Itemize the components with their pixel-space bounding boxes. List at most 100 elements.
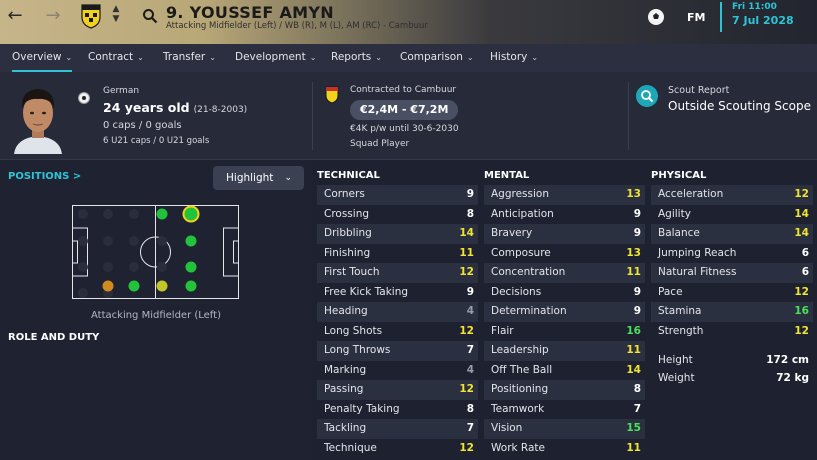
- attribute-row[interactable]: Leadership 11: [484, 341, 645, 361]
- fm-logo[interactable]: FM: [687, 11, 705, 24]
- attribute-value: 16: [794, 305, 809, 317]
- attribute-value: 8: [466, 207, 474, 220]
- attribute-name: Decisions: [491, 285, 542, 298]
- attribute-row[interactable]: Acceleration 12: [651, 185, 813, 205]
- chevron-down-icon: ⌄: [209, 53, 216, 62]
- highlight-dropdown[interactable]: Highlight ⌄: [213, 166, 304, 190]
- scout-report-title: Scout Report: [668, 85, 730, 96]
- technical-list: Corners 9 Crossing 8 Dribbling 14 Finishing 11 F…: [317, 185, 478, 458]
- attribute-value: 7: [633, 402, 641, 415]
- attribute-row[interactable]: Heading 4: [317, 302, 478, 322]
- attribute-row[interactable]: Vision 15: [484, 419, 645, 439]
- tab-development[interactable]: Development ⌄: [235, 44, 316, 72]
- attribute-row[interactable]: Finishing 11: [317, 244, 478, 264]
- tab-transfer[interactable]: Transfer ⌄: [163, 44, 216, 72]
- attribute-name: Work Rate: [491, 441, 546, 454]
- tab-history[interactable]: History ⌄: [490, 44, 538, 72]
- attribute-row[interactable]: Tackling 7: [317, 419, 478, 439]
- attribute-row[interactable]: Strength 12: [651, 322, 813, 342]
- technical-title: TECHNICAL: [317, 170, 380, 181]
- attribute-row[interactable]: Bravery 9: [484, 224, 645, 244]
- attribute-row[interactable]: Free Kick Taking 9: [317, 283, 478, 303]
- player-info-strip: German 24 years old (21-8-2003) 0 caps / …: [0, 72, 817, 160]
- attribute-row[interactable]: Work Rate 11: [484, 439, 645, 459]
- attribute-row[interactable]: Corners 9: [317, 185, 478, 205]
- divider: [312, 82, 313, 150]
- player-header: ← → ▲ ▼ 9. YOUSSEF AMYN Attacking Midfiel…: [0, 0, 817, 44]
- club-badge-icon[interactable]: [325, 86, 339, 104]
- tab-contract[interactable]: Contract ⌄: [88, 44, 144, 72]
- attribute-name: Determination: [491, 305, 567, 317]
- attribute-row[interactable]: Teamwork 7: [484, 400, 645, 420]
- nationality: German: [103, 86, 140, 96]
- position-dot-am-r: [156, 208, 168, 220]
- profile-tabs: Overview ⌄ Contract ⌄ Transfer ⌄ Developmen…: [0, 44, 817, 72]
- attribute-row[interactable]: Flair 16: [484, 322, 645, 342]
- attribute-row[interactable]: Aggression 13: [484, 185, 645, 205]
- scout-search-icon[interactable]: [636, 85, 658, 107]
- scout-report-value[interactable]: Outside Scouting Scope: [668, 99, 811, 113]
- nationality-flag-icon[interactable]: [78, 92, 90, 104]
- attribute-row[interactable]: First Touch 12: [317, 263, 478, 283]
- attribute-row[interactable]: Penalty Taking 8: [317, 400, 478, 420]
- contract-club[interactable]: Contracted to Cambuur: [350, 85, 456, 95]
- attribute-row[interactable]: Technique 12: [317, 439, 478, 459]
- attribute-value: 14: [459, 227, 474, 239]
- attribute-row[interactable]: Determination 9: [484, 302, 645, 322]
- positions-link[interactable]: POSITIONS >: [8, 171, 81, 182]
- forward-arrow-icon[interactable]: →: [42, 5, 64, 26]
- attribute-value: 11: [626, 266, 641, 278]
- weight-value: 72 kg: [776, 372, 809, 384]
- tab-comparison[interactable]: Comparison ⌄: [400, 44, 474, 72]
- attribute-row[interactable]: Anticipation 9: [484, 205, 645, 225]
- attribute-row[interactable]: Concentration 11: [484, 263, 645, 283]
- attribute-row[interactable]: Positioning 8: [484, 380, 645, 400]
- chevron-down-icon: ⌄: [309, 53, 317, 62]
- date-full: 7 Jul 2028: [732, 14, 794, 27]
- back-arrow-icon[interactable]: ←: [4, 5, 26, 26]
- player-avatar[interactable]: [8, 80, 68, 154]
- football-icon[interactable]: [647, 8, 665, 26]
- role-and-duty-title[interactable]: ROLE AND DUTY: [8, 332, 99, 343]
- player-switch-icon[interactable]: ▲ ▼: [110, 4, 122, 24]
- attribute-value: 12: [459, 266, 474, 278]
- attribute-value: 12: [794, 285, 809, 298]
- attribute-name: Penalty Taking: [324, 402, 400, 415]
- club-crest-icon[interactable]: [80, 3, 102, 29]
- attribute-name: Strength: [658, 324, 704, 337]
- attribute-row[interactable]: Dribbling 14: [317, 224, 478, 244]
- height-value: 172 cm: [766, 354, 809, 366]
- attribute-name: First Touch: [324, 266, 380, 278]
- attribute-value: 4: [466, 363, 474, 376]
- attribute-value: 8: [633, 383, 641, 395]
- transfer-value-badge[interactable]: €2,4M - €7,2M: [350, 100, 459, 120]
- attribute-name: Long Shots: [324, 324, 383, 337]
- u21-caps: 6 U21 caps / 0 U21 goals: [103, 136, 210, 146]
- attribute-row[interactable]: Decisions 9: [484, 283, 645, 303]
- attribute-value: 12: [794, 324, 809, 337]
- attribute-row[interactable]: Stamina 16: [651, 302, 813, 322]
- tab-overview[interactable]: Overview ⌄: [5, 44, 79, 72]
- attribute-row[interactable]: Long Throws 7: [317, 341, 478, 361]
- attribute-row[interactable]: Balance 14: [651, 224, 813, 244]
- attribute-row[interactable]: Agility 14: [651, 205, 813, 225]
- attribute-row[interactable]: Long Shots 12: [317, 322, 478, 342]
- attribute-row[interactable]: Off The Ball 14: [484, 361, 645, 381]
- attribute-row[interactable]: Composure 13: [484, 244, 645, 264]
- chevron-down-icon: ⌄: [65, 53, 73, 62]
- attribute-value: 9: [466, 188, 474, 200]
- attribute-row[interactable]: Natural Fitness 6: [651, 263, 813, 283]
- mental-title: MENTAL: [484, 170, 530, 181]
- attribute-row[interactable]: Passing 12: [317, 380, 478, 400]
- attribute-row[interactable]: Crossing 8: [317, 205, 478, 225]
- attribute-value: 12: [459, 441, 474, 454]
- tab-reports[interactable]: Reports ⌄: [331, 44, 382, 72]
- position-dot-am-l: [182, 205, 200, 223]
- attribute-row[interactable]: Pace 12: [651, 283, 813, 303]
- attribute-value: 15: [626, 422, 641, 434]
- game-date[interactable]: Fri 11:00 7 Jul 2028: [720, 2, 817, 32]
- attribute-row[interactable]: Jumping Reach 6: [651, 244, 813, 264]
- search-icon[interactable]: [142, 8, 158, 24]
- attribute-row[interactable]: Marking 4: [317, 361, 478, 381]
- player-age: 24 years old (21-8-2003): [103, 100, 248, 115]
